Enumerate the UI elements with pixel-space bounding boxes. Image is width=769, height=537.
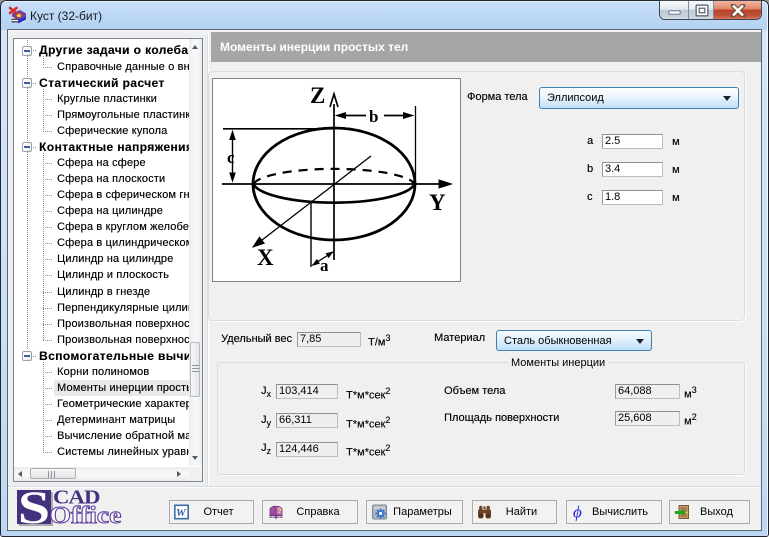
svg-text:X: X: [257, 245, 274, 270]
svg-text:S: S: [18, 490, 50, 524]
svg-text:Office: Office: [49, 501, 121, 527]
svg-text:Y: Y: [429, 190, 446, 215]
svg-text:Z: Z: [310, 83, 325, 108]
svg-text:c: c: [227, 148, 235, 167]
svg-text:b: b: [369, 107, 378, 126]
svg-text:a: a: [320, 256, 329, 275]
